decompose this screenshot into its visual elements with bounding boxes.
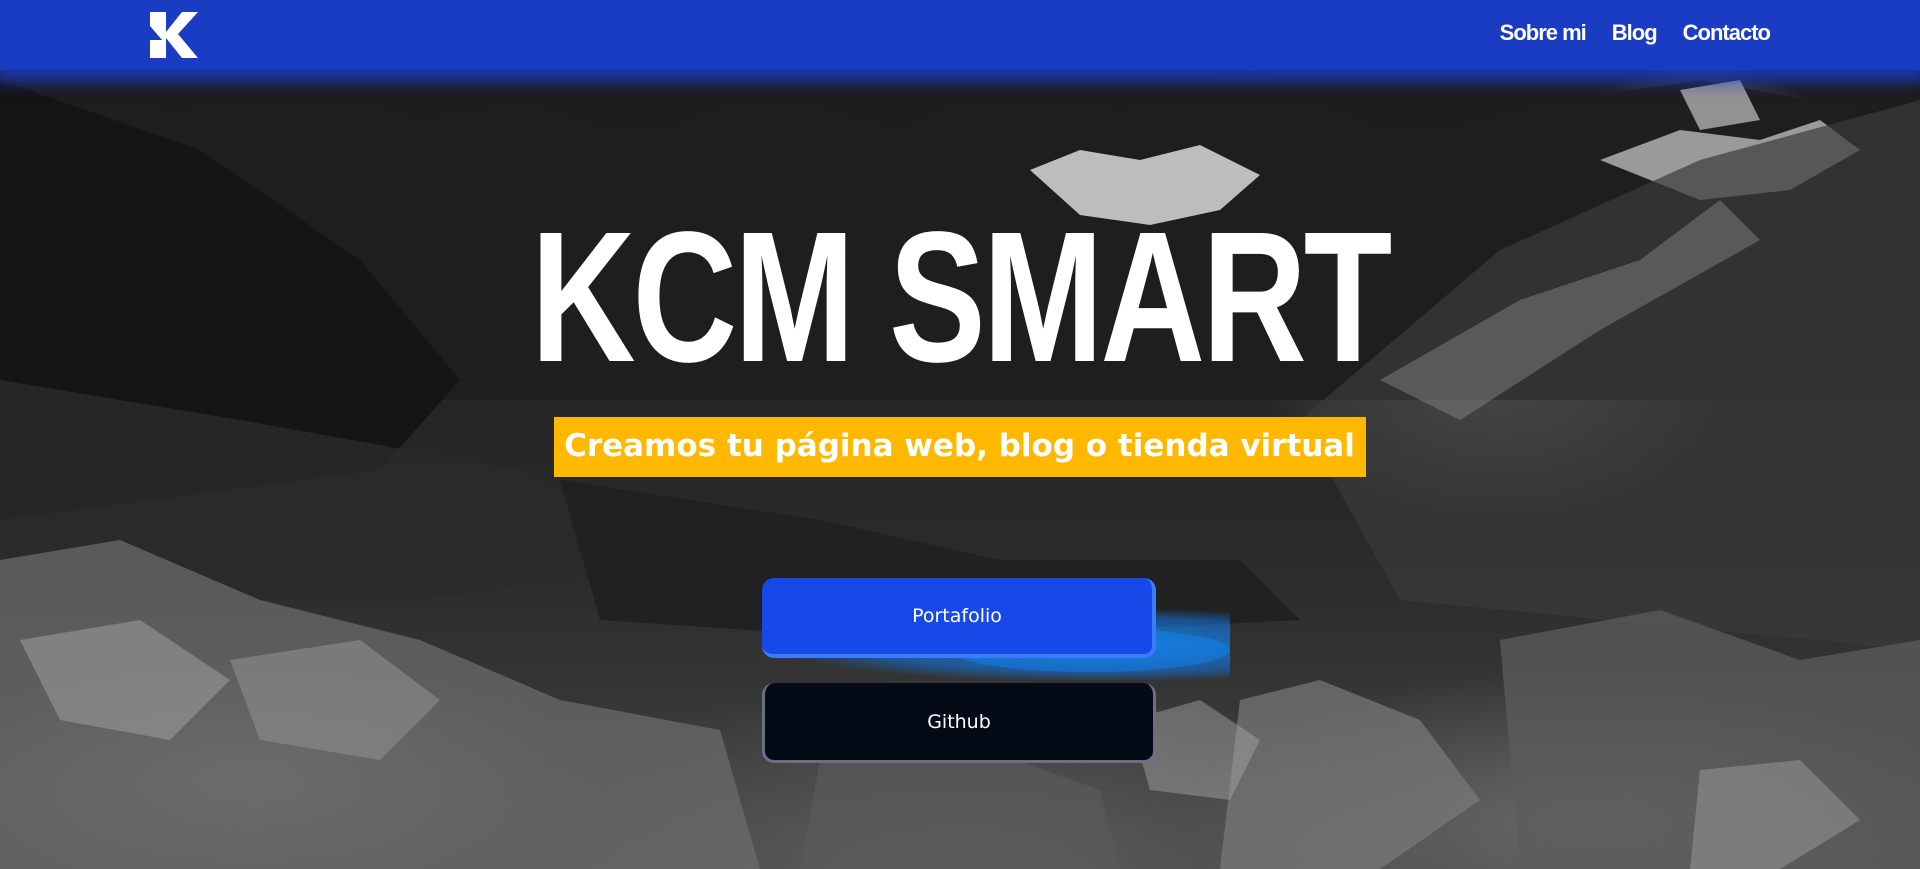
nav-link-contacto[interactable]: Contacto [1683,20,1771,46]
portfolio-button[interactable]: Portafolio [762,578,1156,658]
hero-tagline: Creamos tu página web, blog o tienda vir… [554,417,1366,477]
top-navbar: Sobre mi Blog Contacto [0,0,1920,70]
tagline-container: Creamos tu página web, blog o tienda vir… [0,417,1920,477]
ks-monogram-icon[interactable] [148,10,200,60]
hero-title: KCM SMART [530,194,1393,401]
main-nav: Sobre mi Blog Contacto [1500,20,1771,46]
nav-link-sobre-mi[interactable]: Sobre mi [1500,20,1587,46]
nav-link-blog[interactable]: Blog [1612,20,1658,46]
github-button[interactable]: Github [762,683,1156,763]
